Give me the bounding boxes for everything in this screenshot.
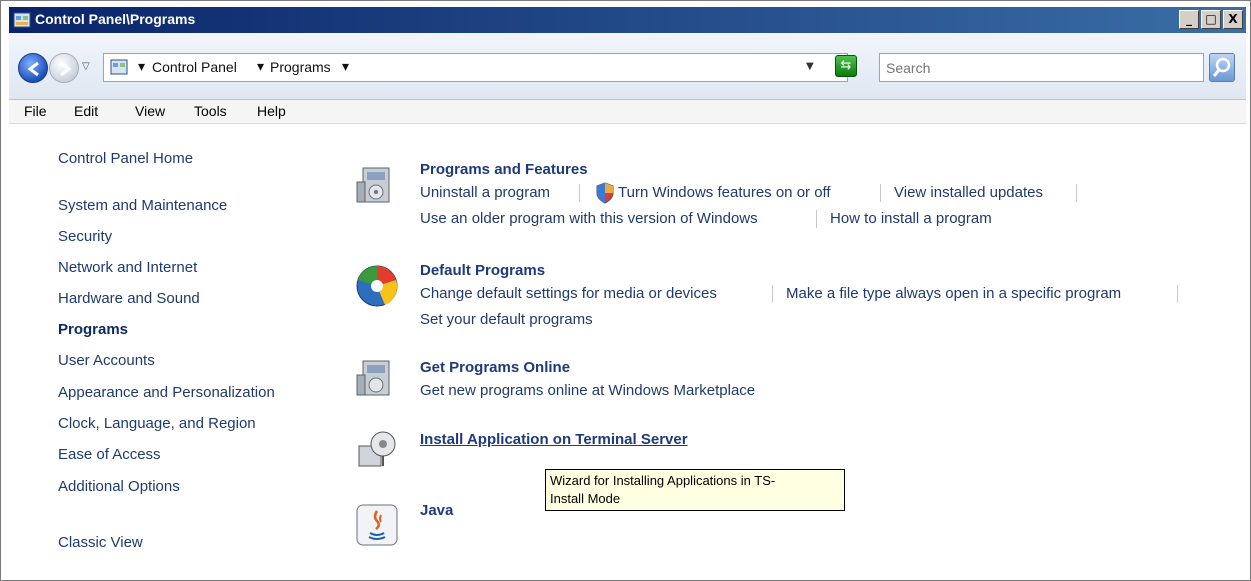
maximize-button[interactable]: □ — [1201, 10, 1221, 29]
forward-button[interactable] — [49, 53, 79, 83]
window-controls: _ □ X — [1179, 10, 1243, 29]
back-button[interactable] — [18, 53, 48, 83]
window-title: Control Panel\Programs — [35, 11, 196, 27]
install-application-terminal-server-link[interactable]: Install Application on Terminal Server — [420, 431, 688, 448]
breadcrumb-arrow-icon[interactable]: ▾ — [257, 58, 264, 75]
back-arrow-icon — [27, 61, 39, 77]
search-box[interactable] — [879, 53, 1204, 82]
sidebar-item-clock-language-region[interactable]: Clock, Language, and Region — [58, 415, 256, 432]
set-default-programs-link[interactable]: Set your default programs — [420, 311, 593, 328]
menu-file[interactable]: File — [24, 103, 47, 119]
address-bar-region: ▽ ▾ Control Panel ▾ Programs ▾ ▼ ⇆ — [9, 33, 1246, 100]
turn-windows-features-link[interactable]: Turn Windows features on or off — [618, 184, 831, 201]
search-button[interactable] — [1209, 53, 1235, 82]
link-separator — [880, 184, 881, 202]
view-installed-updates-link[interactable]: View installed updates — [894, 184, 1043, 201]
window: Control Panel\Programs _ □ X ▽ ▾ Control… — [0, 0, 1251, 581]
refresh-button[interactable]: ⇆ — [835, 55, 857, 77]
control-panel-icon — [110, 59, 128, 75]
default-programs-title[interactable]: Default Programs — [420, 262, 545, 279]
programs-features-icon[interactable] — [355, 164, 399, 208]
sidebar-item-security[interactable]: Security — [58, 228, 112, 245]
menu-edit[interactable]: Edit — [74, 103, 98, 119]
windows-marketplace-link[interactable]: Get new programs online at Windows Marke… — [420, 382, 755, 399]
forward-arrow-icon — [60, 61, 72, 77]
java-icon[interactable] — [355, 503, 399, 547]
tooltip: Wizard for Installing Applications in TS… — [545, 469, 845, 511]
older-program-link[interactable]: Use an older program with this version o… — [420, 210, 758, 227]
sidebar-item-ease-of-access[interactable]: Ease of Access — [58, 446, 161, 463]
link-separator — [1076, 184, 1077, 202]
uninstall-program-link[interactable]: Uninstall a program — [420, 184, 550, 201]
sidebar-item-classic-view[interactable]: Classic View — [58, 534, 143, 551]
sidebar-item-programs[interactable]: Programs — [58, 321, 128, 338]
programs-and-features-title[interactable]: Programs and Features — [420, 161, 588, 178]
link-separator — [772, 285, 773, 303]
menu-view[interactable]: View — [135, 103, 165, 119]
menu-help[interactable]: Help — [257, 103, 286, 119]
control-panel-icon — [13, 12, 31, 28]
close-button[interactable]: X — [1223, 10, 1243, 29]
java-title[interactable]: Java — [420, 502, 453, 519]
sidebar-item-user-accounts[interactable]: User Accounts — [58, 352, 155, 369]
recent-pages-dropdown[interactable]: ▽ — [82, 61, 90, 72]
file-type-always-open-link[interactable]: Make a file type always open in a specif… — [786, 285, 1121, 302]
link-separator — [816, 210, 817, 228]
sidebar-item-control-panel-home[interactable]: Control Panel Home — [58, 150, 193, 167]
breadcrumb-arrow-icon[interactable]: ▾ — [138, 58, 145, 75]
breadcrumb-control-panel[interactable]: Control Panel — [152, 59, 237, 75]
address-bar[interactable]: ▾ Control Panel ▾ Programs ▾ ▼ — [103, 53, 848, 82]
get-programs-online-icon[interactable] — [355, 357, 399, 401]
link-separator — [579, 184, 580, 202]
tooltip-line-2: Install Mode — [550, 491, 621, 506]
minimize-button[interactable]: _ — [1179, 10, 1199, 29]
sidebar-item-additional-options[interactable]: Additional Options — [58, 478, 180, 495]
breadcrumb-programs[interactable]: Programs — [270, 59, 331, 75]
search-input[interactable] — [886, 60, 1186, 76]
breadcrumb-arrow-icon[interactable]: ▾ — [342, 58, 349, 75]
menu-bar: File Edit View Tools Help — [9, 100, 1246, 124]
change-default-settings-link[interactable]: Change default settings for media or dev… — [420, 285, 717, 302]
link-separator — [1177, 285, 1178, 303]
sidebar-item-hardware-and-sound[interactable]: Hardware and Sound — [58, 290, 200, 307]
sidebar-item-system-and-maintenance[interactable]: System and Maintenance — [58, 197, 227, 214]
address-dropdown-icon[interactable]: ▼ — [806, 61, 814, 72]
uac-shield-icon — [596, 182, 614, 204]
tooltip-line-1: Wizard for Installing Applications in TS… — [550, 473, 776, 488]
terminal-server-icon[interactable] — [355, 426, 399, 470]
search-icon — [1212, 57, 1231, 77]
sidebar-item-appearance-and-personalization[interactable]: Appearance and Personalization — [58, 384, 275, 401]
sidebar-item-network-and-internet[interactable]: Network and Internet — [58, 259, 197, 276]
refresh-icon: ⇆ — [840, 58, 852, 73]
title-bar[interactable]: Control Panel\Programs _ □ X — [9, 7, 1246, 33]
how-to-install-link[interactable]: How to install a program — [830, 210, 992, 227]
default-programs-icon[interactable] — [355, 264, 399, 308]
get-programs-online-title[interactable]: Get Programs Online — [420, 359, 570, 376]
menu-tools[interactable]: Tools — [194, 103, 227, 119]
